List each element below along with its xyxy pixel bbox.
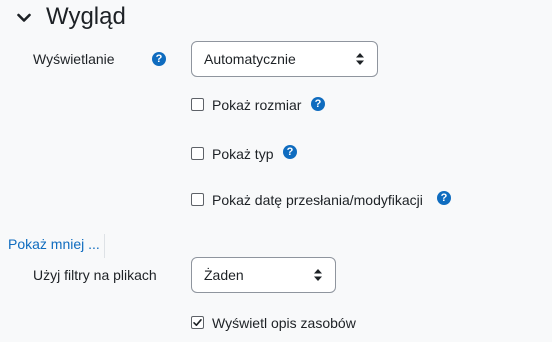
help-icon[interactable]: ? [311,97,325,111]
filters-label: Użyj filtry na plikach [33,267,157,283]
help-icon[interactable]: ? [152,52,166,66]
section-title[interactable]: Wygląd [46,2,126,32]
display-select-value: Automatycznie [204,51,296,67]
help-icon[interactable]: ? [437,191,451,205]
show-description-label[interactable]: Wyświetl opis zasobów [212,313,356,333]
select-arrows-icon [314,269,322,281]
show-description-checkbox[interactable] [191,316,204,329]
show-date-label[interactable]: Pokaż datę przesłania/modyfikacji [212,190,423,210]
checkmark-icon [193,319,202,326]
show-size-label[interactable]: Pokaż rozmiar [212,95,301,115]
show-date-checkbox[interactable] [191,193,204,206]
filters-select[interactable]: Żaden [191,257,336,293]
help-icon[interactable]: ? [283,145,297,159]
show-type-checkbox[interactable] [191,147,204,160]
collapse-section-toggle[interactable] [12,8,36,28]
show-type-label[interactable]: Pokaż typ [212,144,273,164]
filters-select-value: Żaden [204,267,244,283]
display-label: Wyświetlanie [33,51,115,67]
show-less-link[interactable]: Pokaż mniej ... [8,234,105,258]
select-arrows-icon [356,53,364,65]
display-select[interactable]: Automatycznie [191,41,378,77]
chevron-down-icon [17,13,31,22]
show-size-checkbox[interactable] [191,98,204,111]
